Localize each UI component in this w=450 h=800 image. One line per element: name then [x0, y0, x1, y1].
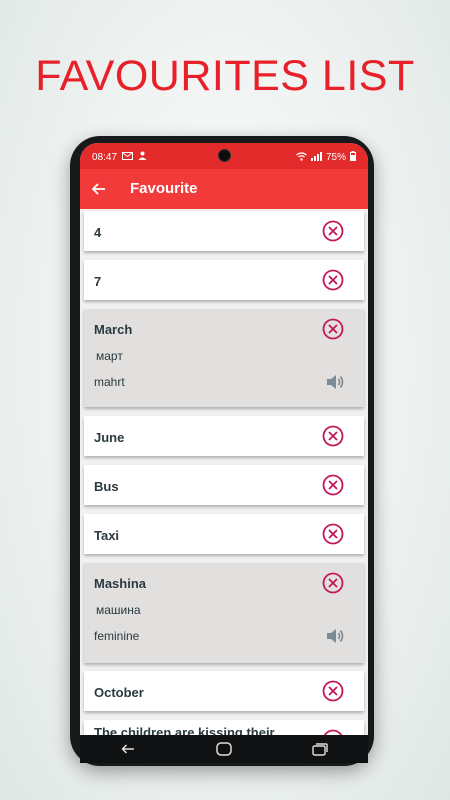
- list-item-expanded[interactable]: Mashina машина feminine: [84, 563, 364, 663]
- list-item-expanded[interactable]: March март mahrt: [84, 309, 364, 407]
- arrow-left-icon: [121, 744, 134, 754]
- remove-button[interactable]: [322, 474, 344, 496]
- speaker-button[interactable]: [326, 373, 346, 391]
- remove-circle-icon: [322, 318, 344, 340]
- word-text: Taxi: [94, 528, 120, 543]
- remove-circle-icon: [322, 680, 344, 702]
- battery-icon: [350, 151, 356, 164]
- translation-text: машина: [96, 603, 141, 617]
- word-text: Bus: [94, 479, 119, 494]
- list-item[interactable]: The children are kissing their: [84, 720, 364, 735]
- signal-icon: [310, 151, 322, 164]
- speaker-icon: [327, 375, 344, 389]
- list-item[interactable]: 4: [84, 211, 364, 251]
- remove-circle-icon: [322, 269, 344, 291]
- remove-button[interactable]: [322, 318, 344, 340]
- remove-circle-icon: [322, 572, 344, 594]
- promo-title: FAVOURITES LIST: [35, 52, 415, 100]
- nav-back-button[interactable]: [117, 740, 139, 758]
- list-item[interactable]: 7: [84, 260, 364, 300]
- page-title: Favourite: [130, 180, 198, 197]
- home-square-icon: [216, 742, 232, 756]
- word-text: October: [94, 685, 144, 700]
- wifi-icon: [296, 151, 307, 164]
- word-text: 7: [94, 274, 102, 289]
- person-icon: [138, 151, 147, 163]
- app-bar: Favourite: [80, 169, 368, 209]
- word-text: The children are kissing their: [94, 725, 275, 735]
- translation-text: март: [96, 349, 123, 363]
- status-time: 08:47: [92, 151, 118, 163]
- remove-circle-icon: [322, 523, 344, 545]
- recents-icon: [312, 743, 328, 756]
- back-button[interactable]: [88, 178, 110, 200]
- pronunciation-text: mahrt: [94, 375, 125, 389]
- remove-button[interactable]: [322, 269, 344, 291]
- mail-icon: [122, 151, 134, 163]
- list-item[interactable]: Bus: [84, 465, 364, 505]
- word-text: March: [94, 322, 133, 337]
- list-item[interactable]: October: [84, 671, 364, 711]
- list-item[interactable]: Taxi: [84, 514, 364, 554]
- remove-circle-icon: [322, 474, 344, 496]
- remove-circle-icon: [322, 425, 344, 447]
- camera-punch-hole: [218, 149, 231, 162]
- system-nav-bar: [80, 735, 368, 763]
- word-text: June: [94, 430, 125, 445]
- speaker-icon: [327, 629, 344, 643]
- status-bar: 08:47 75%: [80, 143, 368, 169]
- remove-button[interactable]: [322, 680, 344, 702]
- battery-level: 75%: [325, 152, 346, 163]
- word-text: Mashina: [94, 576, 147, 591]
- remove-button[interactable]: [322, 220, 344, 242]
- arrow-left-icon: [92, 183, 105, 195]
- remove-button[interactable]: [322, 523, 344, 545]
- nav-home-button[interactable]: [213, 740, 235, 758]
- pronunciation-text: feminine: [94, 629, 140, 643]
- word-text: 4: [94, 225, 102, 240]
- remove-button[interactable]: [322, 425, 344, 447]
- list-item[interactable]: June: [84, 416, 364, 456]
- remove-button[interactable]: [322, 572, 344, 594]
- nav-recents-button[interactable]: [309, 740, 331, 758]
- app-screen: 08:47 75% Favourite 4 7 March март mahrt…: [80, 143, 368, 735]
- remove-circle-icon: [322, 220, 344, 242]
- speaker-button[interactable]: [326, 627, 346, 645]
